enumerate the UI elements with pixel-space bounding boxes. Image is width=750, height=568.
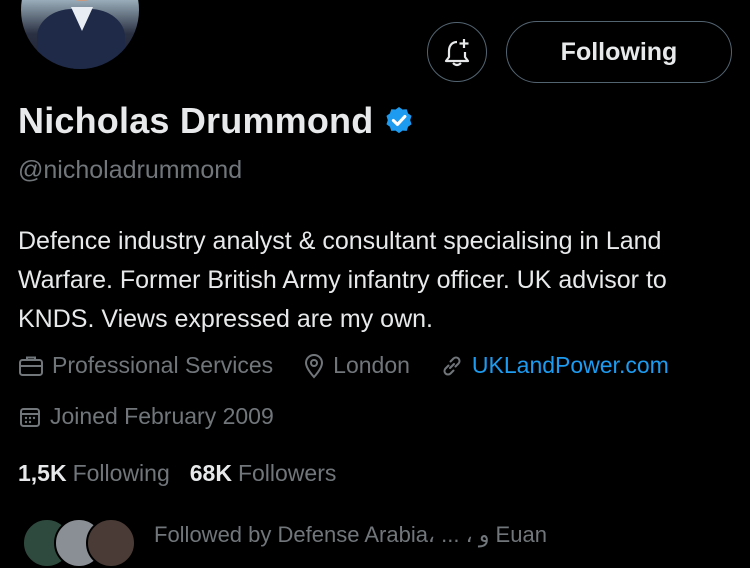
notifications-button[interactable]	[427, 22, 487, 82]
joined-label: Joined February 2009	[50, 403, 274, 429]
location-pin-icon	[305, 353, 324, 378]
avatar-face	[65, 0, 99, 1]
profile-joined: Joined February 2009	[18, 403, 274, 430]
bell-plus-icon	[444, 39, 470, 67]
verified-badge-icon	[386, 107, 412, 134]
profile-website[interactable]: UKLandPower.com	[440, 352, 669, 379]
following-label: Following	[72, 460, 170, 486]
profile-name: Nicholas Drummond	[18, 100, 374, 141]
profile-stats: 1,5K Following 68K Followers	[18, 460, 336, 487]
profile-category: Professional Services	[18, 352, 273, 379]
followers-label: Followers	[237, 460, 337, 486]
following-count: 1,5K	[18, 460, 67, 486]
profile-joined-row: Joined February 2009	[18, 403, 304, 430]
link-icon	[443, 355, 461, 376]
followed-by-text: Followed by Defense Arabia، ... ، و Euan	[154, 522, 547, 547]
following-button[interactable]: Following	[506, 21, 732, 83]
followed-by-row[interactable]: Followed by Defense Arabia، ... ، و Euan	[22, 518, 547, 568]
profile-bio: Defence industry analyst & consultant sp…	[18, 227, 667, 333]
profile-location: London	[303, 352, 410, 379]
profile-name-row: Nicholas Drummond	[18, 100, 415, 142]
location-label: London	[333, 352, 410, 378]
profile-handle: @nicholadrummond	[18, 156, 243, 184]
category-label: Professional Services	[52, 352, 274, 378]
follower-avatar	[86, 518, 136, 568]
followers-stat[interactable]: 68K Followers	[190, 460, 337, 487]
profile-avatar[interactable]	[18, 0, 142, 72]
following-stat[interactable]: 1,5K Following	[18, 460, 170, 487]
briefcase-icon	[19, 356, 43, 376]
profile-meta-row: Professional Services London UKLandPower…	[18, 352, 699, 379]
website-link[interactable]: UKLandPower.com	[472, 352, 669, 379]
calendar-icon	[20, 407, 40, 427]
followers-count: 68K	[189, 460, 232, 486]
